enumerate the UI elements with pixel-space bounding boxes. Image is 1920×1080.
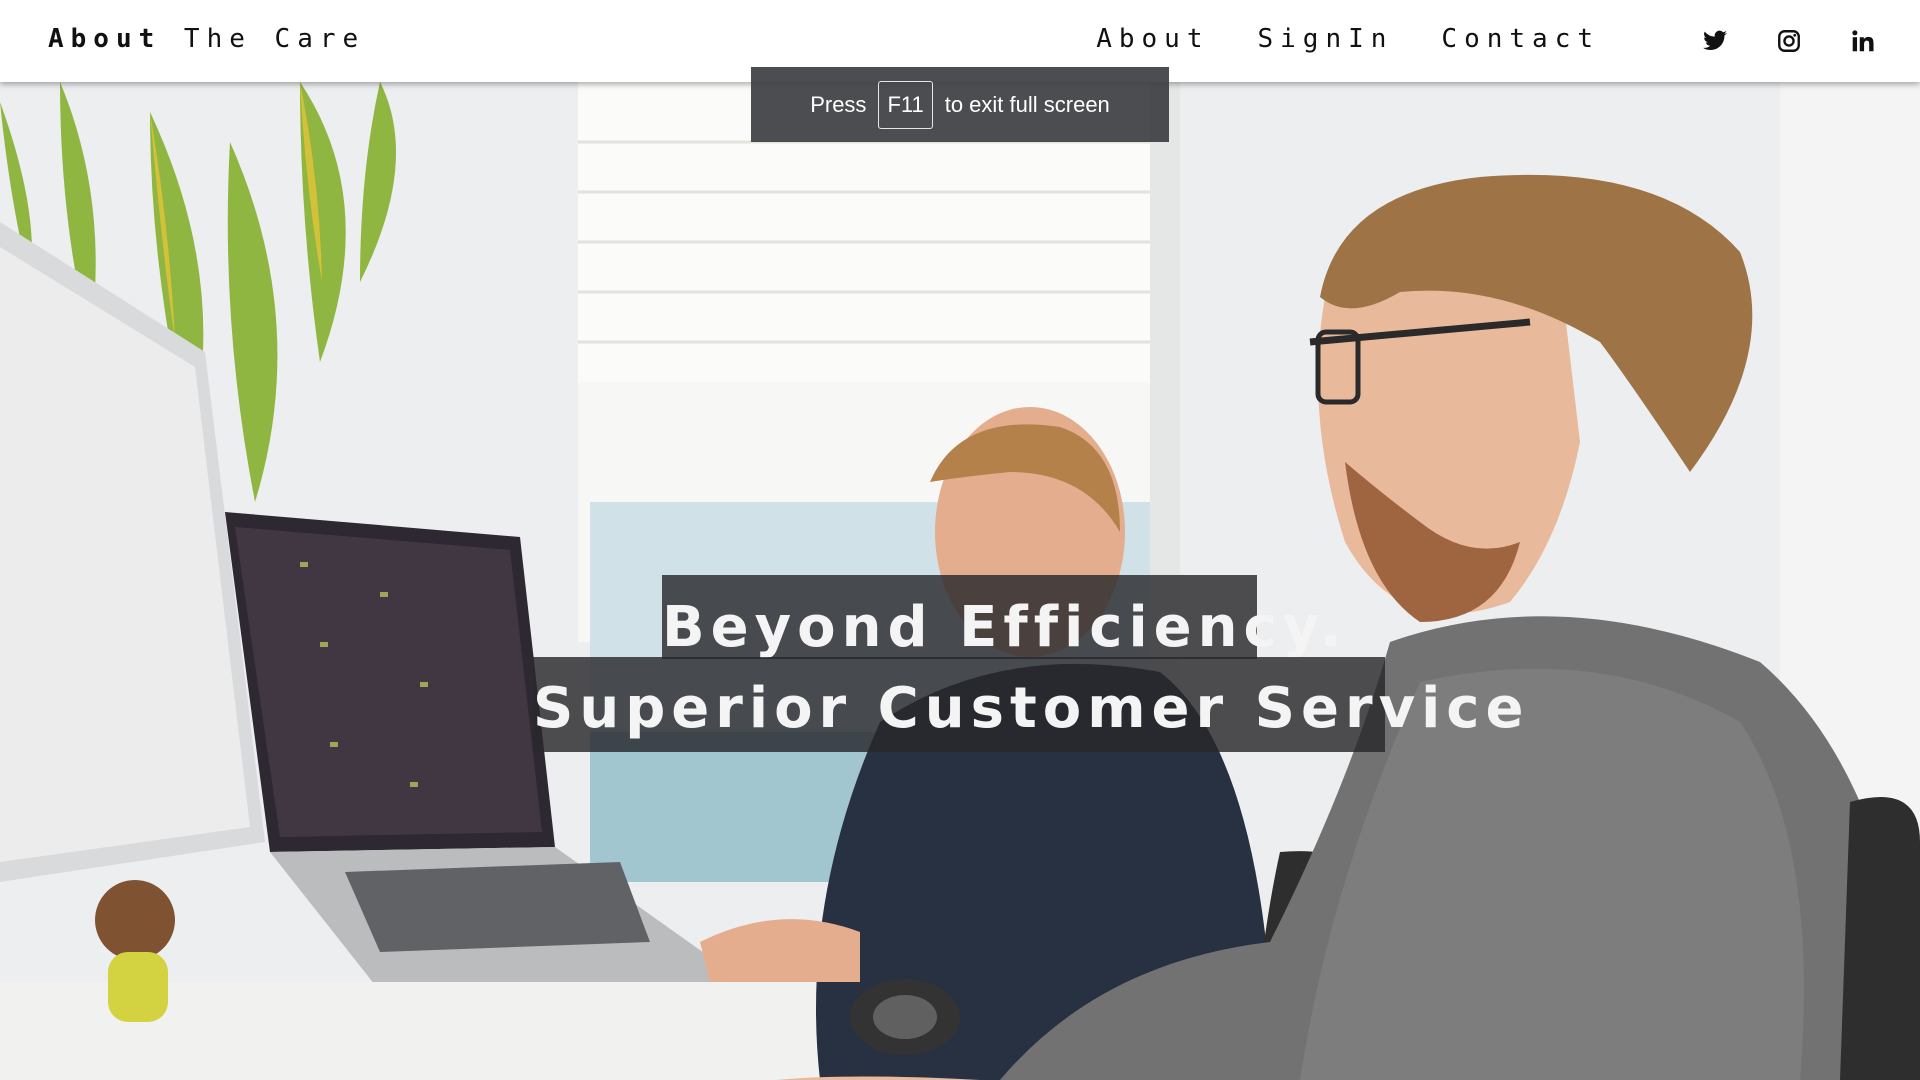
fullscreen-exit-toast: Press F11 to exit full screen [751,67,1169,142]
headline-line-2: Superior Customer Service [533,657,1523,752]
nav-link-signin[interactable]: SignIn [1258,24,1394,54]
brand-rest-text: The Care [161,24,366,54]
nav-link-about[interactable]: About [1096,24,1209,54]
toast-message-text: to exit full screen [944,91,1110,117]
social-links [1702,28,1876,54]
brand-bold-text: About [48,24,162,54]
toast-press-text: Press [810,91,867,117]
linkedin-icon[interactable] [1850,28,1876,54]
brand-logo[interactable]: About The Care [48,24,365,54]
headline-line-1: Beyond Efficiency. [662,575,1341,659]
instagram-icon[interactable] [1776,28,1802,54]
nav-link-contact[interactable]: Contact [1441,24,1600,54]
twitter-icon[interactable] [1702,28,1728,54]
toast-key-badge: F11 [878,80,933,129]
nav-links: About SignIn Contact [1096,24,1600,54]
